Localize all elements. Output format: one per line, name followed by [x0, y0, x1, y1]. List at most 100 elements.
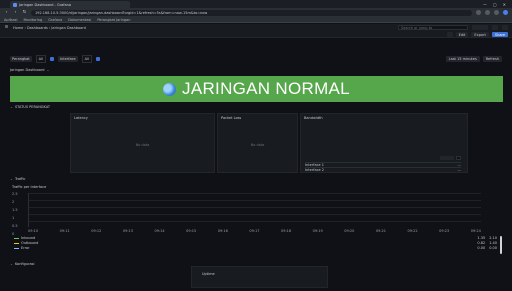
- y-tick: 1: [12, 216, 15, 220]
- gridline: [29, 207, 481, 208]
- news-icon[interactable]: [502, 25, 508, 30]
- row-traffic[interactable]: ⌄ Traffic: [10, 177, 25, 181]
- x-tick: 09:20: [344, 229, 355, 233]
- x-tick: 09:12: [91, 229, 102, 233]
- bookmark-item[interactable]: Dokumentasi: [68, 18, 91, 22]
- tab-title: Jaringan Dashboard - Grafana: [19, 2, 72, 7]
- no-data-text: No data: [250, 143, 265, 147]
- back-icon[interactable]: ‹: [4, 10, 9, 15]
- page-select[interactable]: [456, 156, 461, 160]
- legend: Inbound Outbound Error: [14, 236, 38, 250]
- globe-icon: [163, 82, 177, 96]
- legend-item[interactable]: Outbound: [14, 241, 38, 245]
- page-size-select[interactable]: [440, 156, 454, 160]
- x-tick: 09:13: [122, 229, 133, 233]
- y-axis: 2.5 2 1.5 1 0.5 0: [12, 192, 18, 236]
- browser-toolbar: ‹ › ↻ 192.168.10.5:3000/d/jaringan/jarin…: [0, 8, 512, 17]
- forward-icon[interactable]: ›: [13, 10, 18, 15]
- x-tick: 09:15: [186, 229, 197, 233]
- bookmark-item[interactable]: Perangkat Jaringan: [97, 18, 130, 22]
- gridline: [29, 221, 481, 222]
- legend-item[interactable]: Inbound: [14, 236, 38, 240]
- gridline: [29, 200, 481, 201]
- panel-packet-loss[interactable]: Packet Loss No data: [217, 113, 298, 173]
- timeseries-panel[interactable]: Traffic per Interface 2.5 2 1.5 1 0.5 0 …: [10, 183, 503, 259]
- extension-icon[interactable]: [494, 10, 499, 15]
- browser-tab[interactable]: Jaringan Dashboard - Grafana: [10, 1, 130, 8]
- search-placeholder: Search or jump to: [401, 25, 433, 30]
- extensions: [476, 10, 508, 15]
- variable-select[interactable]: All: [35, 55, 46, 63]
- x-tick: 09:19: [312, 229, 323, 233]
- gridline: [29, 193, 481, 194]
- help-icon[interactable]: [492, 25, 498, 30]
- grafana-favicon-icon: [13, 2, 17, 7]
- extension-icon[interactable]: [485, 10, 490, 15]
- x-tick: 09:17: [249, 229, 260, 233]
- extension-icon[interactable]: [476, 10, 481, 15]
- maximize-icon[interactable]: ▢: [493, 2, 497, 7]
- legend-scrollbar[interactable]: [500, 236, 502, 254]
- plot-area: [28, 193, 481, 227]
- variable-select[interactable]: All: [81, 55, 93, 63]
- legend-values: 1.35 2.10 0.82 1.40 0.00 0.00: [477, 236, 497, 250]
- x-tick: 09:18: [281, 229, 292, 233]
- search-input[interactable]: Search or jump to: [398, 25, 468, 30]
- minimize-icon[interactable]: —: [483, 2, 487, 7]
- x-tick: 09:23: [439, 229, 450, 233]
- chevron-down-icon: ⌄: [46, 68, 50, 72]
- x-tick: 09:22: [407, 229, 418, 233]
- grafana-topbar: ≡ Home › Dashboards › Jaringan Dashboard…: [0, 24, 512, 38]
- dashboard-section-title[interactable]: Jaringan Dashboard ⌄: [10, 68, 49, 72]
- series-color: [14, 237, 19, 239]
- chevron-down-icon: ⌄: [10, 177, 13, 181]
- y-tick: 2.5: [12, 192, 18, 196]
- bookmark-item[interactable]: Monitoring: [23, 18, 42, 22]
- chevron-down-icon: ⌄: [10, 105, 13, 109]
- star-icon[interactable]: [446, 32, 453, 37]
- new-button[interactable]: [472, 25, 488, 30]
- pagination-controls: [440, 156, 461, 160]
- panel-title: Traffic per Interface: [12, 185, 47, 189]
- browser-tabstrip: Jaringan Dashboard - Grafana — ▢ ✕: [0, 0, 512, 8]
- variable-indicator: [50, 57, 54, 61]
- panel-bandwidth[interactable]: Bandwidth Interface 1 — Interface 2 —: [300, 113, 468, 173]
- panel-latency[interactable]: Latency No data: [70, 113, 215, 173]
- breadcrumb[interactable]: Home › Dashboards › Jaringan Dashboard: [13, 26, 86, 30]
- interface-table: Interface 1 — Interface 2 —: [305, 162, 461, 172]
- close-icon[interactable]: ✕: [503, 2, 506, 7]
- bookmark-item[interactable]: Aplikasi: [4, 18, 17, 22]
- status-banner: JARINGAN NORMAL: [10, 76, 503, 102]
- address-bar[interactable]: 192.168.10.5:3000/d/jaringan/jaringan-da…: [31, 9, 472, 16]
- variable-indicator: [96, 57, 101, 61]
- profile-avatar[interactable]: [503, 10, 508, 15]
- row-konfigurasi[interactable]: ⌄ Konfigurasi: [10, 262, 34, 266]
- refresh-button[interactable]: Refresh: [482, 56, 502, 62]
- bookmark-item[interactable]: Grafana: [48, 18, 62, 22]
- table-row: Interface 2 —: [305, 167, 461, 172]
- series-color: [14, 242, 19, 244]
- variables-bar: Perangkat All Interface All Last 15 minu…: [0, 55, 512, 63]
- address-text: 192.168.10.5:3000/d/jaringan/jaringan-da…: [35, 10, 208, 15]
- x-tick: 09:11: [59, 229, 70, 233]
- export-button[interactable]: Export: [471, 32, 489, 37]
- legend-item[interactable]: Error: [14, 246, 38, 250]
- share-button[interactable]: Share: [491, 32, 508, 37]
- x-tick: 09:21: [375, 229, 386, 233]
- series-color: [14, 247, 19, 249]
- x-tick: 09:16: [217, 229, 228, 233]
- panel-title: Uptime: [202, 272, 215, 276]
- menu-icon[interactable]: ≡: [4, 25, 9, 30]
- time-range-picker[interactable]: Last 15 minutes: [445, 56, 480, 62]
- panel-uptime[interactable]: Uptime: [191, 266, 328, 288]
- y-tick: 1.5: [12, 208, 18, 212]
- y-tick: 2: [12, 200, 15, 204]
- panel-title: Packet Loss: [221, 116, 242, 120]
- no-data-text: No data: [135, 143, 150, 147]
- gridline: [29, 214, 481, 215]
- variable-label: Interface: [58, 56, 78, 62]
- reload-icon[interactable]: ↻: [22, 10, 27, 15]
- x-tick: 09:14: [154, 229, 165, 233]
- edit-button[interactable]: Edit: [455, 32, 469, 37]
- row-status-perangkat[interactable]: ⌄ STATUS PERANGKAT: [10, 105, 50, 109]
